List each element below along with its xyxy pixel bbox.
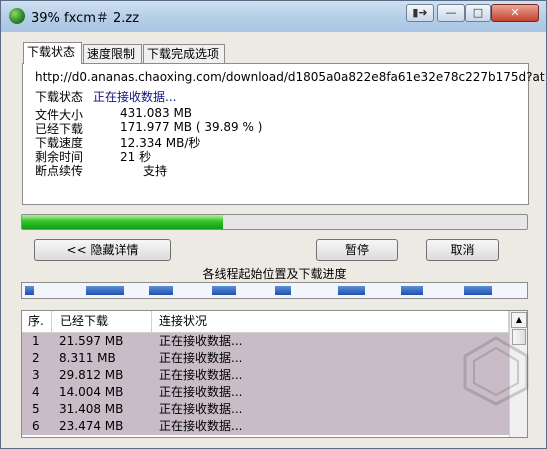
maximize-button[interactable]: □ [465, 4, 491, 22]
row-downloaded: 8.311 MB [59, 351, 116, 365]
thread-segment [464, 286, 492, 295]
row-downloaded: 23.474 MB [59, 419, 124, 433]
window-title: 39% fxcm＃ 2.zz [31, 11, 140, 26]
row-status: 正在接收数据... [159, 368, 243, 382]
thread-segment [401, 286, 423, 295]
app-globe-icon [9, 8, 25, 24]
thread-list-header: 序. 已经下载 连接状况 [22, 311, 509, 333]
minimize-button[interactable]: — [437, 4, 465, 22]
pause-button[interactable]: 暂停 [316, 239, 398, 261]
status-label: 下载状态 [35, 90, 84, 104]
resume-value: 支持 [143, 164, 168, 178]
row-no: 2 [32, 351, 40, 365]
table-row[interactable]: 4 14.004 MB 正在接收数据... [22, 384, 509, 401]
row-status: 正在接收数据... [159, 402, 243, 416]
table-row[interactable]: 6 23.474 MB 正在接收数据... [22, 418, 509, 435]
row-no: 3 [32, 368, 40, 382]
thread-segment [275, 286, 291, 295]
tab-completion-options[interactable]: 下载完成选项 [143, 44, 225, 63]
column-header-no[interactable]: 序. [22, 311, 52, 332]
row-no: 1 [32, 334, 40, 348]
status-panel: http://d0.ananas.chaoxing.com/download/d… [22, 63, 545, 205]
resume-label: 断点续传 [35, 164, 84, 178]
cancel-button[interactable]: 取消 [426, 239, 499, 261]
row-status: 正在接收数据... [159, 334, 243, 348]
row-status: 正在接收数据... [159, 419, 243, 433]
thread-segment [25, 286, 34, 295]
title-bar[interactable]: 39% fxcm＃ 2.zz ▮➜ — □ ✕ [1, 1, 546, 32]
download-window: 39% fxcm＃ 2.zz ▮➜ — □ ✕ 下载状态 速度限制 下载完成选项… [0, 0, 547, 449]
thread-segment [212, 286, 236, 295]
scroll-up-arrow-icon[interactable]: ▲ [511, 312, 527, 328]
download-progress-bar [21, 214, 528, 230]
titlebar-extra-button[interactable]: ▮➜ [406, 4, 434, 22]
row-status: 正在接收数据... [159, 351, 243, 365]
thread-progress-title: 各线程起始位置及下载进度 [202, 267, 347, 281]
row-downloaded: 21.597 MB [59, 334, 124, 348]
table-row[interactable]: 5 31.408 MB 正在接收数据... [22, 401, 509, 418]
thread-list[interactable]: 序. 已经下载 连接状况 1 21.597 MB 正在接收数据... 2 8.3… [21, 310, 528, 438]
progress-fill [22, 215, 224, 229]
table-row[interactable]: 2 8.311 MB 正在接收数据... [22, 350, 509, 367]
table-row[interactable]: 3 29.812 MB 正在接收数据... [22, 367, 509, 384]
size-value: 431.083 MB [120, 106, 193, 120]
row-no: 5 [32, 402, 40, 416]
row-status: 正在接收数据... [159, 385, 243, 399]
row-no: 4 [32, 385, 40, 399]
status-value: 正在接收数据... [93, 90, 177, 104]
downloaded-value: 171.977 MB ( 39.89 % ) [120, 120, 263, 134]
table-row[interactable]: 1 21.597 MB 正在接收数据... [22, 333, 509, 350]
thread-progress-bar [21, 282, 528, 299]
row-no: 6 [32, 419, 40, 433]
hide-details-button[interactable]: << 隐藏详情 [34, 239, 171, 261]
column-header-status[interactable]: 连接状况 [152, 311, 509, 332]
thread-segment [338, 286, 365, 295]
watermark-logo-icon [463, 336, 529, 406]
tab-speed-limit[interactable]: 速度限制 [83, 44, 142, 63]
tab-download-status[interactable]: 下载状态 [23, 42, 82, 64]
row-downloaded: 29.812 MB [59, 368, 124, 382]
close-button[interactable]: ✕ [491, 4, 539, 22]
column-header-downloaded[interactable]: 已经下载 [52, 311, 152, 332]
row-downloaded: 31.408 MB [59, 402, 124, 416]
row-downloaded: 14.004 MB [59, 385, 124, 399]
download-url: http://d0.ananas.chaoxing.com/download/d… [35, 70, 545, 84]
thread-segment [149, 286, 173, 295]
thread-segment [86, 286, 124, 295]
